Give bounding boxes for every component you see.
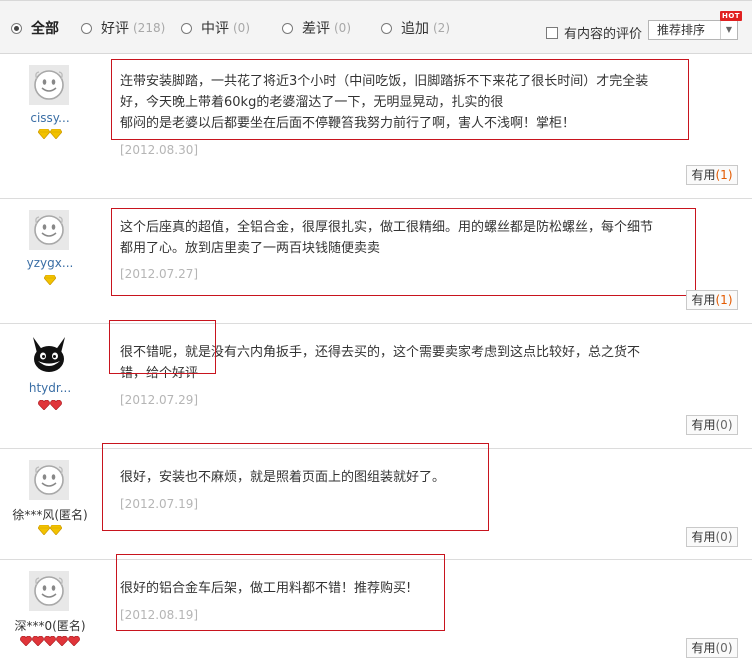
- review-username: 深***0(匿名): [14, 619, 86, 633]
- review-item: 深***0(匿名) 很好的铝合金车后架，做工用料都不错！推荐购买! [2012.…: [0, 554, 752, 659]
- hot-badge: HOT: [720, 11, 743, 21]
- review-text-line: 这个后座真的超值，全铝合金，很厚很扎实，做工很精细。用的螺丝都是防松螺丝，每个细…: [120, 220, 654, 235]
- gold-diamond-icon: [38, 129, 50, 139]
- review-item: yzygx... 这个后座真的超值，全铝合金，很厚很扎实，做工很精细。用的螺丝都…: [0, 199, 752, 324]
- avatar[interactable]: [29, 571, 69, 611]
- useful-label: 有用: [691, 641, 716, 655]
- red-heart-icon: [56, 636, 68, 646]
- avatar[interactable]: [29, 65, 69, 105]
- has-content-label: 有内容的评价: [564, 27, 643, 42]
- review-item: htydr... 很不错呢，就是没有六内角扳手，还得去买的，这个需要卖家考虑到这…: [0, 320, 752, 449]
- red-heart-icon: [32, 636, 44, 646]
- review-content: 很好，安装也不麻烦，就是照着页面上的图组装就好了。: [120, 467, 695, 488]
- review-date: [2012.07.29]: [120, 393, 199, 407]
- radio-icon[interactable]: [81, 22, 92, 34]
- useful-count: (0): [715, 641, 733, 655]
- useful-button[interactable]: 有用(1): [686, 290, 738, 310]
- review-item: cissy... 迕带安装脚踏，一共花了将近3个小时（中间吃饭，旧脚踏拆不下来花…: [0, 53, 752, 199]
- filter-followup-count: (2): [433, 21, 450, 35]
- review-content: 很不错呢，就是没有六内角扳手，还得去买的，这个需要卖家考虑到这点比较好，总之货不…: [120, 342, 695, 384]
- filter-neutral[interactable]: 中评 (0): [181, 19, 250, 37]
- review-text-line: 好，今天晚上带着60kg的老婆溜达了一下，无明显晃动，扎实的很: [120, 95, 504, 110]
- filter-followup-label: 追加: [401, 21, 429, 37]
- useful-button[interactable]: 有用(0): [686, 415, 738, 435]
- review-username[interactable]: yzygx...: [0, 256, 100, 270]
- useful-count: (1): [715, 168, 733, 182]
- useful-count: (1): [715, 293, 733, 307]
- filter-neutral-label: 中评: [201, 21, 229, 37]
- review-username: 徐***风(匿名): [12, 508, 88, 522]
- filter-negative[interactable]: 差评 (0): [282, 19, 351, 37]
- review-date: [2012.07.19]: [120, 497, 199, 511]
- radio-icon[interactable]: [381, 22, 392, 34]
- red-heart-icon: [44, 636, 56, 646]
- red-heart-icon: [50, 400, 62, 410]
- review-username[interactable]: cissy...: [0, 111, 100, 125]
- red-heart-icon: [68, 636, 80, 646]
- filter-positive-label: 好评: [101, 21, 129, 37]
- review-item: 徐***风(匿名) 很好，安装也不麻烦，就是照着页面上的图组装就好了。 [201…: [0, 443, 752, 560]
- review-text-line: 郁闷的是老婆以后都要坐在后面不停鞭笞我努力前行了啊，害人不浅啊！掌柜！: [120, 116, 576, 131]
- review-text-line: 错，给个好评: [120, 366, 199, 381]
- gold-diamond-icon: [50, 129, 62, 139]
- user-rank: [0, 635, 100, 646]
- review-filter-bar: 全部 好评 (218) 中评 (0) 差评 (0) 追加 (2) 有内容的评价 …: [0, 0, 752, 54]
- filter-all-label: 全部: [31, 21, 59, 37]
- radio-icon[interactable]: [282, 22, 293, 34]
- filter-positive-count: (218): [133, 21, 166, 35]
- useful-label: 有用: [691, 293, 716, 307]
- red-heart-icon: [20, 636, 32, 646]
- sort-dropdown-value: 推荐排序: [657, 23, 706, 37]
- user-rank: [0, 128, 100, 139]
- gold-diamond-icon: [38, 525, 50, 535]
- filter-negative-count: (0): [334, 21, 351, 35]
- review-text-line: 都用了心。放到店里卖了一两百块钱随便卖卖: [120, 241, 381, 256]
- filter-negative-label: 差评: [302, 21, 330, 37]
- review-text-line: 很好，安装也不麻烦，就是照着页面上的图组装就好了。: [120, 470, 446, 485]
- review-date: [2012.08.19]: [120, 608, 199, 622]
- useful-count: (0): [715, 418, 733, 432]
- useful-button[interactable]: 有用(0): [686, 638, 738, 658]
- review-content: 迕带安装脚踏，一共花了将近3个小时（中间吃饭，旧脚踏拆不下来花了很长时间）才完全…: [120, 71, 695, 134]
- avatar[interactable]: [29, 335, 69, 375]
- useful-button[interactable]: 有用(0): [686, 527, 738, 547]
- gold-diamond-icon: [50, 525, 62, 535]
- avatar[interactable]: [29, 460, 69, 500]
- filter-followup[interactable]: 追加 (2): [381, 19, 450, 37]
- useful-count: (0): [715, 530, 733, 544]
- has-content-filter[interactable]: 有内容的评价: [546, 23, 642, 42]
- review-username[interactable]: htydr...: [0, 381, 100, 395]
- useful-label: 有用: [691, 168, 716, 182]
- user-rank: [0, 274, 100, 285]
- avatar[interactable]: [29, 210, 69, 250]
- review-text-line: 很好的铝合金车后架，做工用料都不错！推荐购买!: [120, 581, 412, 596]
- filter-all[interactable]: 全部: [11, 19, 59, 37]
- filter-positive[interactable]: 好评 (218): [81, 19, 165, 37]
- radio-icon[interactable]: [181, 22, 192, 34]
- gold-diamond-icon: [44, 275, 56, 285]
- review-text-line: 很不错呢，就是没有六内角扳手，还得去买的，这个需要卖家考虑到这点比较好，总之货不: [120, 345, 641, 360]
- sort-dropdown[interactable]: 推荐排序 ▼: [648, 20, 738, 40]
- review-content: 很好的铝合金车后架，做工用料都不错！推荐购买!: [120, 578, 695, 599]
- useful-label: 有用: [691, 530, 716, 544]
- red-heart-icon: [38, 400, 50, 410]
- filter-neutral-count: (0): [233, 21, 250, 35]
- chevron-down-icon[interactable]: ▼: [720, 21, 737, 39]
- review-text-line: 迕带安装脚踏，一共花了将近3个小时（中间吃饭，旧脚踏拆不下来花了很长时间）才完全…: [120, 74, 649, 89]
- review-content: 这个后座真的超值，全铝合金，很厚很扎实，做工很精细。用的螺丝都是防松螺丝，每个细…: [120, 217, 695, 259]
- useful-label: 有用: [691, 418, 716, 432]
- radio-checked-icon[interactable]: [11, 22, 22, 34]
- has-content-checkbox[interactable]: [546, 26, 558, 39]
- user-rank: [0, 524, 100, 535]
- review-date: [2012.08.30]: [120, 143, 199, 157]
- review-date: [2012.07.27]: [120, 267, 199, 281]
- user-rank: [0, 399, 100, 410]
- useful-button[interactable]: 有用(1): [686, 165, 738, 185]
